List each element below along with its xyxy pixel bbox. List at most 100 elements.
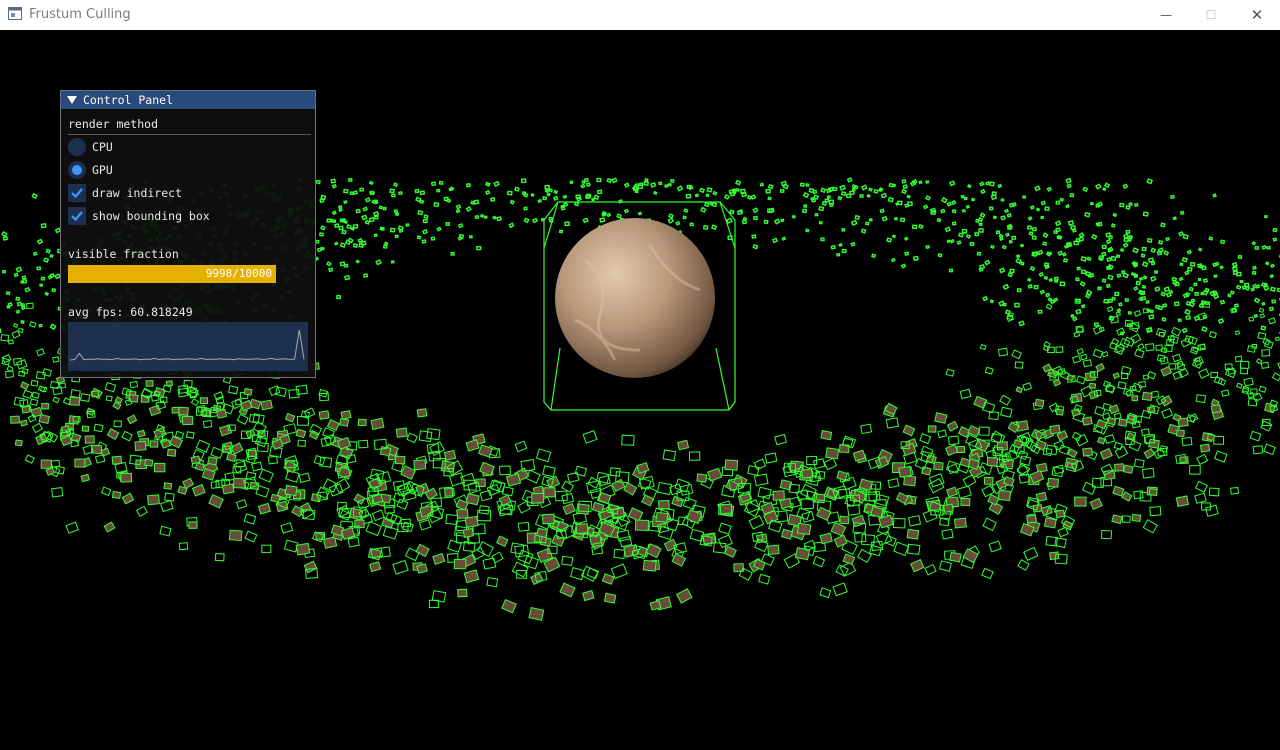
draw-indirect-check[interactable] [68,184,86,202]
radio-gpu-circle[interactable] [68,161,86,179]
asteroid-bbox [1116,308,1122,313]
asteroid-bbox [1206,433,1216,441]
asteroid-bbox [846,504,861,516]
asteroid-bbox [707,467,723,482]
asteroid-bbox [1154,286,1161,292]
asteroid-bbox [671,553,687,567]
asteroid-bbox [30,379,39,387]
asteroid-bbox [828,199,835,205]
radio-gpu[interactable]: GPU [68,161,113,179]
asteroid-bbox [997,347,1009,357]
asteroid-bbox [1095,419,1108,430]
asteroid-bbox [372,210,380,217]
draw-indirect-checkbox[interactable]: draw indirect [68,184,182,202]
asteroid-bbox [1000,198,1005,202]
asteroid-bbox [1168,289,1174,295]
asteroid-bbox [1020,261,1025,266]
asteroid-bbox [160,499,174,513]
asteroid-bbox [1148,438,1160,449]
asteroid-bbox [256,442,269,453]
asteroid-bbox [393,209,399,214]
asteroid-bbox [1076,266,1082,271]
control-panel[interactable]: Control Panel render method CPU GPU draw… [60,90,316,378]
asteroid-bbox [673,542,688,555]
radio-cpu[interactable]: CPU [68,138,113,156]
asteroid-bbox [1149,309,1154,313]
maximize-button[interactable]: ☐ [1188,0,1234,30]
visible-fraction-bar: 9998/10000 [68,265,276,283]
asteroid-bbox [589,534,602,546]
radio-cpu-circle[interactable] [68,138,86,156]
close-button[interactable]: ✕ [1234,0,1280,30]
asteroid-bbox [642,559,657,572]
asteroid-bbox [326,261,332,267]
asteroid-bbox [1001,244,1007,250]
fps-plot-line [69,329,305,361]
asteroid-bbox [901,179,907,184]
asteroid-bbox [634,519,650,532]
asteroid-bbox [946,420,959,432]
asteroid-bbox [1078,232,1085,239]
asteroid-bbox [346,223,352,230]
asteroid-bbox [375,259,382,266]
asteroid-bbox [1268,317,1277,325]
asteroid-bbox [508,222,515,229]
window-titlebar: Frustum Culling — ☐ ✕ [0,0,1280,30]
asteroid-bbox [717,534,733,549]
asteroid-bbox [136,505,148,517]
asteroid-bbox [980,188,986,195]
asteroid-bbox [1011,235,1017,241]
asteroid-bbox [1070,314,1075,318]
asteroid-bbox [1043,275,1049,280]
show-bbox-check[interactable] [68,207,86,225]
asteroid-bbox [879,208,885,214]
fps-plot[interactable] [68,322,308,371]
asteroid-bbox [36,266,42,271]
asteroid-bbox [799,182,805,187]
asteroid-bbox [1031,251,1038,257]
asteroid-bbox [320,225,326,231]
asteroid-bbox [842,437,854,448]
asteroid-bbox [719,503,733,515]
show-bbox-checkbox[interactable]: show bounding box [68,207,210,225]
render-method-label: render method [68,117,159,131]
asteroid-bbox [1102,187,1107,191]
asteroid-bbox [718,522,732,535]
collapse-arrow-icon[interactable] [67,96,77,104]
asteroid-bbox [1103,298,1109,304]
asteroid-bbox [496,216,502,222]
asteroid-bbox [1106,256,1112,263]
asteroid-bbox [1244,285,1251,292]
asteroid-bbox [49,323,57,331]
asteroid-bbox [551,534,565,548]
minimize-button[interactable]: — [1143,0,1189,30]
asteroid-bbox [1271,372,1280,382]
asteroid-bbox [1231,261,1238,268]
asteroid-bbox [369,190,375,196]
asteroid-bbox [10,415,20,424]
asteroid-bbox [1112,485,1125,497]
asteroid-bbox [841,228,846,232]
asteroid-bbox [416,408,428,418]
asteroid-bbox [164,492,175,502]
asteroid-bbox [1261,244,1267,250]
asteroid-bbox [1070,225,1076,230]
asteroid-bbox [368,180,374,186]
asteroid-bbox [1112,372,1120,380]
asteroid-bbox [465,439,480,452]
asteroid-bbox [159,525,172,537]
asteroid-bbox [945,368,955,377]
asteroid-bbox [868,187,873,192]
control-panel-header[interactable]: Control Panel [61,91,315,109]
asteroid-bbox [328,483,344,497]
asteroid-bbox [1128,234,1133,239]
asteroid-bbox [685,193,692,199]
asteroid-bbox [616,529,631,542]
asteroid-bbox [284,412,296,423]
asteroid-bbox [1141,284,1147,289]
asteroid-bbox [1117,381,1127,390]
asteroid-bbox [361,214,368,221]
asteroid-bbox [1107,274,1114,281]
asteroid-bbox [1128,202,1133,207]
asteroid-bbox [396,498,409,510]
